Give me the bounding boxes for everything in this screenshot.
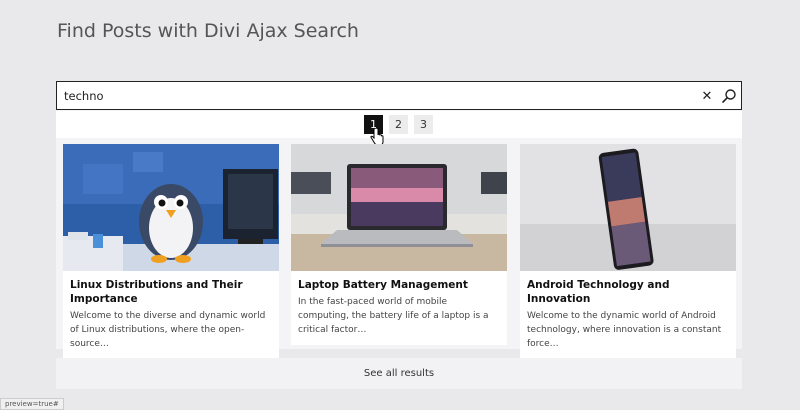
result-card[interactable]: Linux Distributions and Their Importance… bbox=[63, 144, 279, 359]
result-excerpt: Welcome to the diverse and dynamic world… bbox=[70, 311, 266, 349]
search-bar: ✕ bbox=[56, 81, 742, 110]
close-icon[interactable]: ✕ bbox=[699, 88, 715, 104]
search-icon[interactable] bbox=[721, 88, 737, 104]
result-title[interactable]: Laptop Battery Management bbox=[291, 271, 507, 292]
result-title[interactable]: Android Technology and Innovation bbox=[520, 271, 736, 306]
page-button-3[interactable]: 3 bbox=[414, 115, 433, 134]
page-button-2[interactable]: 2 bbox=[389, 115, 408, 134]
result-excerpt: In the fast-paced world of mobile comput… bbox=[298, 297, 489, 335]
penguin-at-desk-image[interactable] bbox=[63, 144, 279, 271]
page-title: Find Posts with Divi Ajax Search bbox=[57, 20, 359, 42]
result-card[interactable]: Laptop Battery Management In the fast-pa… bbox=[291, 144, 507, 345]
result-excerpt: Welcome to the dynamic world of Android … bbox=[527, 311, 722, 349]
search-input[interactable] bbox=[57, 82, 699, 109]
smartphone-image[interactable] bbox=[520, 144, 736, 271]
status-bar-url: preview=true# bbox=[0, 398, 64, 410]
result-title[interactable]: Linux Distributions and Their Importance bbox=[63, 271, 279, 306]
laptop-on-desk-image[interactable] bbox=[291, 144, 507, 271]
see-all-results-button[interactable]: See all results bbox=[56, 358, 742, 389]
result-card[interactable]: Android Technology and Innovation Welcom… bbox=[520, 144, 736, 359]
